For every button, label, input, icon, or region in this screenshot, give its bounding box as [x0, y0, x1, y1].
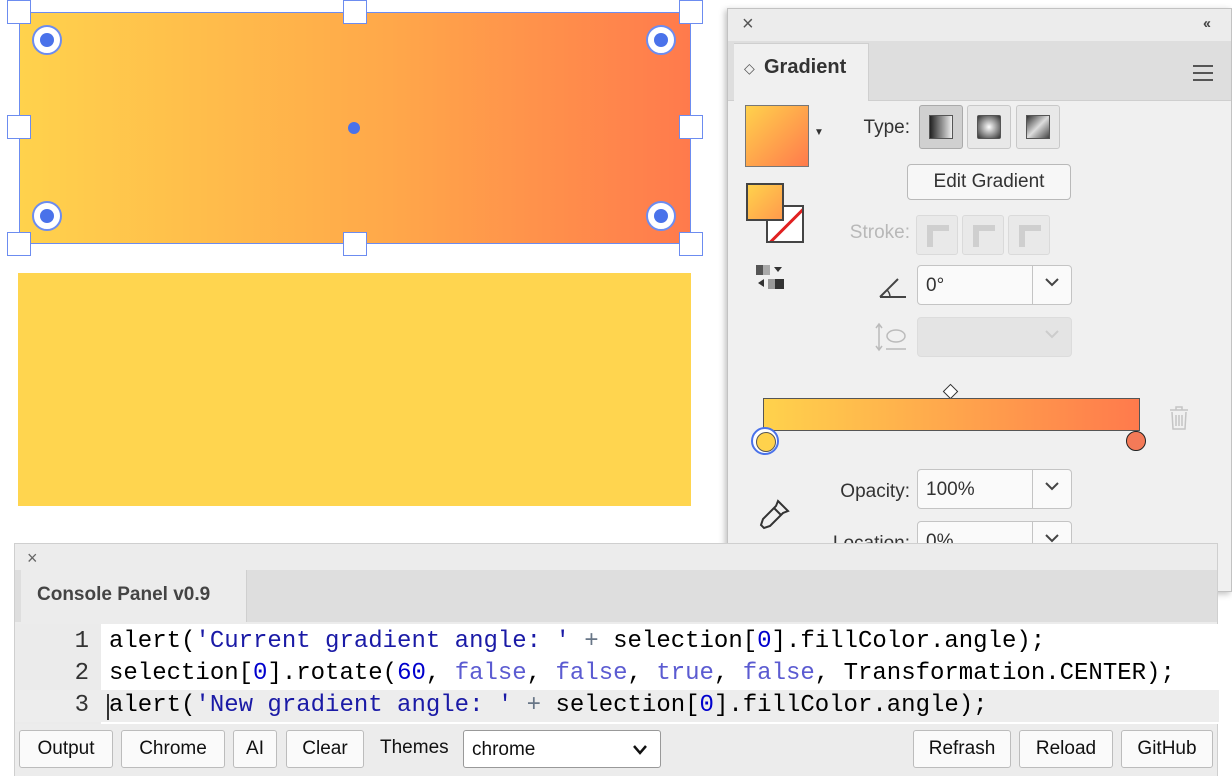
edit-gradient-button[interactable]: Edit Gradient — [907, 164, 1071, 200]
collapse-icon[interactable]: ‹‹ — [1203, 15, 1211, 32]
resize-handle-bottom[interactable] — [343, 232, 367, 256]
corner-radius-widget-bottom-right[interactable] — [646, 201, 676, 231]
stroke-along-button — [962, 215, 1004, 255]
resize-handle-right[interactable] — [679, 115, 703, 139]
code-text[interactable]: alert('New gradient angle: ' + selection… — [109, 690, 988, 722]
solid-yellow-rectangle[interactable] — [18, 273, 691, 506]
stroke-across-button — [1008, 215, 1050, 255]
console-panel: × Console Panel v0.9 1 alert('Current gr… — [14, 543, 1219, 776]
theme-value[interactable]: chrome — [472, 739, 535, 761]
chrome-button[interactable]: Chrome — [121, 730, 225, 768]
tab-gradient[interactable]: ◇ Gradient — [734, 43, 869, 101]
opacity-value[interactable]: 100% — [926, 479, 975, 501]
line-number: 1 — [74, 628, 89, 655]
color-stop-end[interactable] — [1126, 431, 1146, 451]
expand-arrows-icon[interactable]: ◇ — [744, 61, 755, 75]
resize-handle-bottom-left[interactable] — [7, 232, 31, 256]
resize-handle-top[interactable] — [343, 0, 367, 24]
chevron-down-icon[interactable] — [1044, 274, 1060, 290]
stroke-label: Stroke: — [849, 222, 910, 243]
gradient-slider[interactable] — [763, 398, 1140, 431]
gradient-midpoint-diamond[interactable] — [942, 383, 959, 400]
gradient-panel: × ‹‹ ◇ Gradient ▼ Type: Edit Gradient St… — [727, 8, 1232, 592]
code-line-current[interactable]: 3 alert('New gradient angle: ' + selecti… — [15, 690, 1219, 722]
trash-icon — [1170, 406, 1188, 430]
opacity-dropdown[interactable]: 100% — [917, 469, 1072, 509]
code-text[interactable]: selection[0].rotate(60, false, false, tr… — [109, 658, 1175, 690]
center-point — [348, 122, 360, 134]
stroke-within-button — [916, 215, 958, 255]
eyedropper-icon[interactable] — [756, 497, 792, 533]
corner-radius-widget-top-left[interactable] — [32, 25, 62, 55]
code-line[interactable]: 2 selection[0].rotate(60, false, false, … — [15, 658, 1219, 690]
corner-radius-widget-bottom-left[interactable] — [32, 201, 62, 231]
aspect-ratio-icon — [875, 322, 906, 352]
chevron-down-icon[interactable] — [632, 742, 648, 758]
code-editor[interactable]: 1 alert('Current gradient angle: ' + sel… — [15, 624, 1219, 724]
console-tabbar: Console Panel v0.9 — [15, 570, 1217, 622]
output-button[interactable]: Output — [19, 730, 113, 768]
resize-handle-bottom-right[interactable] — [679, 232, 703, 256]
chevron-down-icon — [1045, 330, 1059, 339]
type-label: Type: — [863, 117, 910, 138]
fill-swatch[interactable] — [746, 183, 784, 221]
resize-handle-top-left[interactable] — [7, 0, 31, 24]
swatch-dropdown-icon[interactable]: ▼ — [814, 127, 824, 138]
linear-gradient-button[interactable] — [919, 105, 963, 149]
color-stop-start[interactable] — [751, 427, 779, 455]
panel-titlebar[interactable]: × ‹‹ — [728, 9, 1231, 41]
line-number: 3 — [74, 692, 89, 719]
close-icon[interactable]: × — [27, 548, 38, 569]
radial-gradient-button[interactable] — [967, 105, 1011, 149]
console-title: Console Panel v0.9 — [37, 584, 211, 605]
gradient-swatch[interactable] — [745, 105, 809, 167]
resize-handle-top-right[interactable] — [679, 0, 703, 24]
panel-menu-icon[interactable] — [1193, 65, 1213, 86]
angle-value[interactable]: 0° — [926, 275, 944, 297]
code-line[interactable]: 1 alert('Current gradient angle: ' + sel… — [15, 626, 1219, 658]
themes-label: Themes — [380, 737, 449, 758]
clear-button[interactable]: Clear — [286, 730, 364, 768]
freeform-gradient-button[interactable] — [1016, 105, 1060, 149]
code-text[interactable]: alert('Current gradient angle: ' + selec… — [109, 626, 1045, 658]
reverse-gradient-icon[interactable] — [754, 263, 788, 293]
chevron-down-icon[interactable] — [1044, 478, 1060, 494]
theme-select[interactable]: chrome — [463, 730, 661, 768]
angle-dropdown[interactable]: 0° — [917, 265, 1072, 305]
resize-handle-left[interactable] — [7, 115, 31, 139]
panel-tabbar: ◇ Gradient — [728, 41, 1231, 101]
opacity-label: Opacity: — [840, 481, 910, 502]
line-number: 2 — [74, 660, 89, 687]
corner-radius-widget-top-right[interactable] — [646, 25, 676, 55]
panel-title: Gradient — [764, 56, 847, 78]
github-button[interactable]: GitHub — [1121, 730, 1213, 768]
reload-button[interactable]: Reload — [1019, 730, 1113, 768]
angle-icon — [879, 278, 906, 298]
aspect-ratio-dropdown — [917, 317, 1072, 357]
close-icon[interactable]: × — [742, 13, 754, 36]
ai-button[interactable]: AI — [233, 730, 277, 768]
refrash-button[interactable]: Refrash — [913, 730, 1011, 768]
tab-console-panel[interactable]: Console Panel v0.9 — [21, 570, 247, 622]
